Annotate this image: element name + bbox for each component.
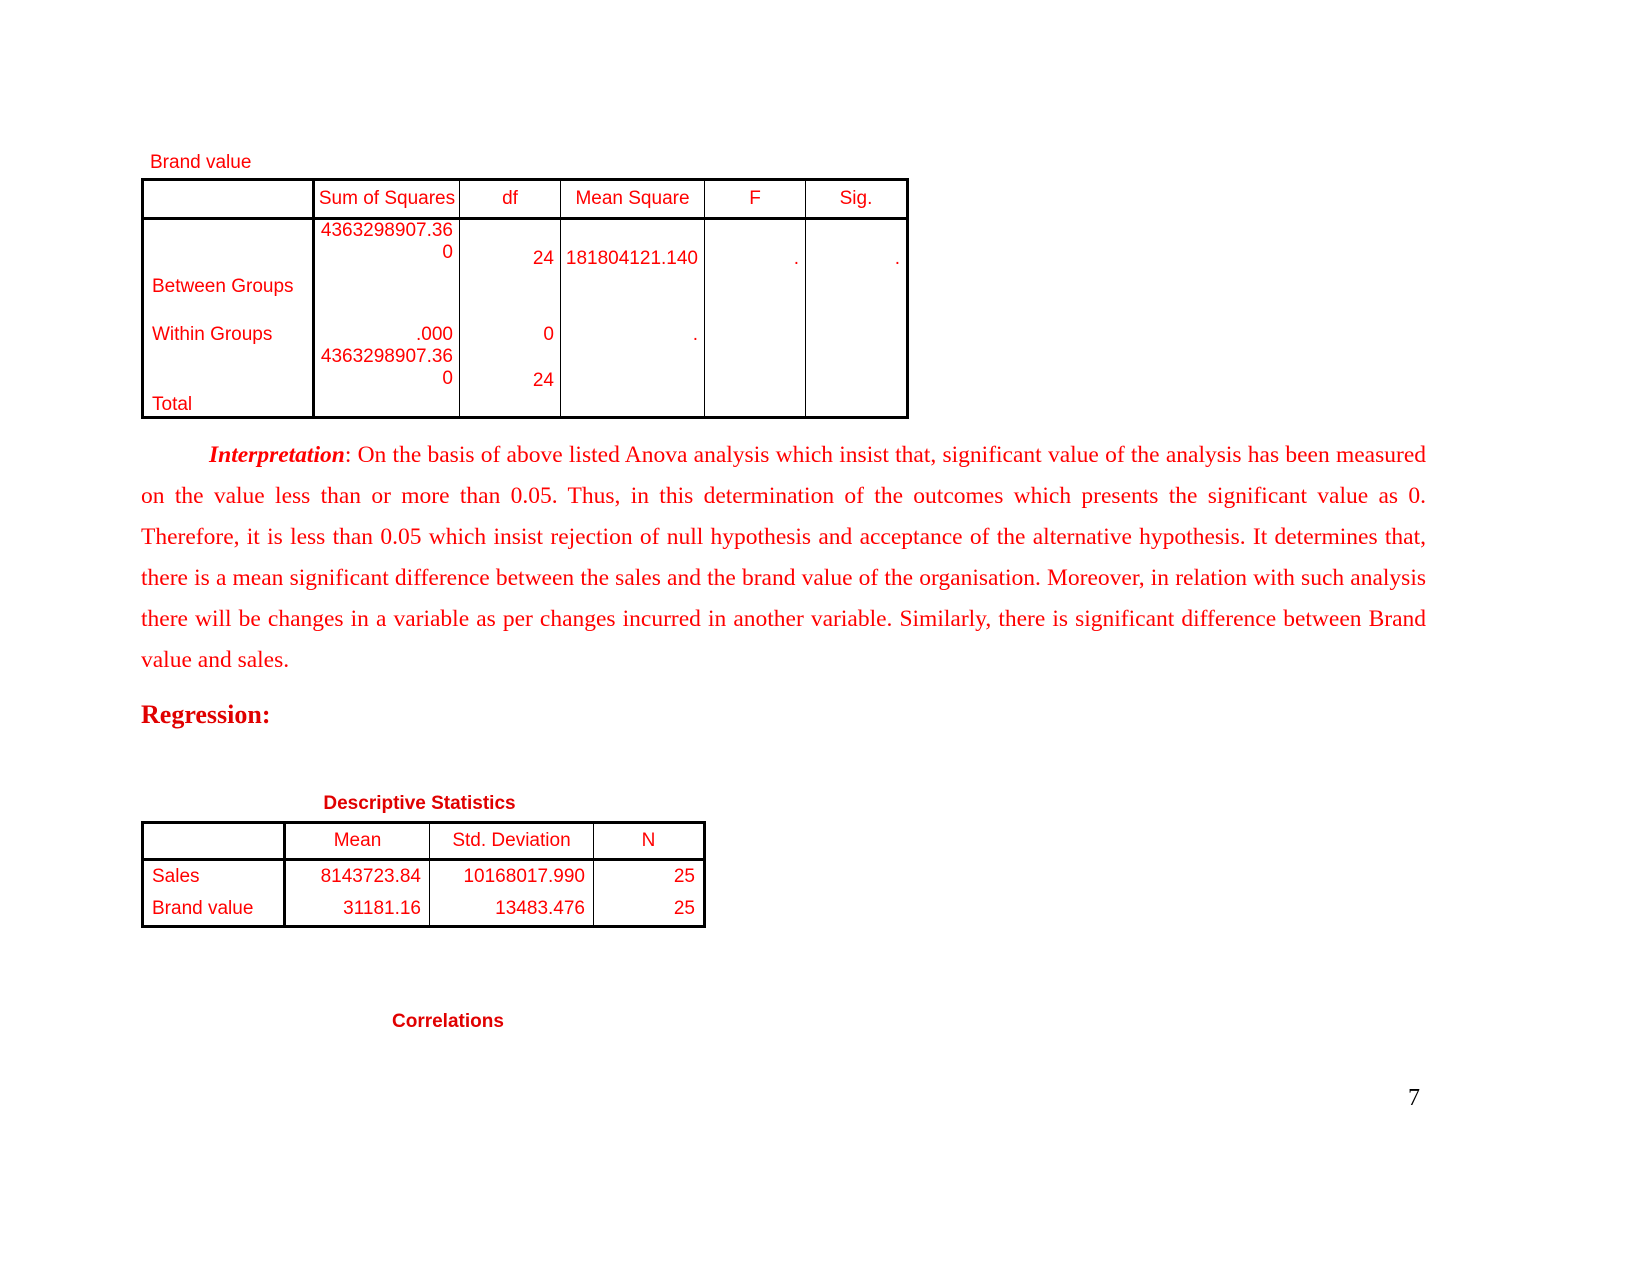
- descriptives-brand-value-mean: 31181.16: [284, 893, 430, 927]
- regression-heading-colon: :: [261, 700, 271, 729]
- interpretation-lead-label: Interpretation: [209, 441, 345, 468]
- anova-col-df: df: [459, 179, 561, 219]
- table-row: Brand value 31181.16 13483.476 25: [142, 893, 705, 927]
- anova-caption: Brand value: [150, 152, 252, 173]
- anova-col-mean-square: Mean Square: [560, 179, 705, 219]
- anova-row-label-between-groups: Between Groups: [142, 218, 315, 298]
- descriptives-sales-mean: 8143723.84: [284, 859, 430, 893]
- anova-table-body: Between Groups 4363298907.360 24 1818041…: [142, 218, 908, 418]
- correlations-title: Correlations: [392, 1011, 504, 1032]
- anova-total-f: [704, 346, 806, 418]
- anova-total-sum-of-squares: 4363298907.360: [313, 346, 460, 418]
- descriptives-col-std-deviation: Std. Deviation: [429, 822, 594, 860]
- anova-within-groups-f: [704, 298, 806, 346]
- descriptives-brand-value-n: 25: [673, 898, 695, 919]
- anova-within-groups-df: 0: [459, 298, 561, 346]
- page-number: 7: [1408, 1085, 1420, 1111]
- regression-heading-text: Regression: [141, 700, 262, 729]
- anova-total-mean-square: [560, 346, 705, 418]
- anova-within-groups-sig: [806, 298, 908, 346]
- anova-between-groups-sig: .: [894, 248, 900, 269]
- descriptives-row-label-brand-value: Brand value: [142, 893, 286, 927]
- anova-table-block: Brand value Sum of Squares df Mean Squar…: [141, 153, 909, 419]
- anova-within-groups-sum-of-squares: .000: [313, 298, 460, 346]
- anova-col-f: F: [704, 179, 806, 219]
- descriptives-col-mean: Mean: [284, 822, 430, 860]
- anova-between-groups-f: .: [704, 218, 806, 298]
- table-header-row: Mean Std. Deviation N: [142, 822, 705, 860]
- document-page: Brand value Sum of Squares df Mean Squar…: [0, 0, 1650, 1275]
- anova-between-groups-sum-of-squares: 4363298907.360: [313, 218, 460, 298]
- anova-row-label-within-groups: Within Groups: [142, 298, 315, 346]
- anova-within-groups-mean-square: .: [560, 298, 705, 346]
- anova-between-groups-df: 24: [459, 218, 561, 298]
- descriptive-statistics-title: Descriptive Statistics: [323, 793, 516, 814]
- anova-col-rowheader: [142, 179, 315, 219]
- anova-total-df: 24: [459, 346, 561, 418]
- anova-col-sum-of-squares: Sum of Squares: [313, 179, 460, 219]
- descriptives-sales-n: 25: [673, 866, 695, 887]
- table-row: Sales 8143723.84 10168017.990 25: [142, 859, 705, 893]
- descriptive-statistics-table: Mean Std. Deviation N Sales 8143723.84 1…: [141, 821, 706, 928]
- cell-value: 4363298907.360: [320, 220, 453, 263]
- table-row: Within Groups .000 0 .: [142, 298, 908, 346]
- anova-between-groups-mean-square: 181804121.140: [560, 218, 705, 298]
- table-header-row: Sum of Squares df Mean Square F Sig.: [142, 179, 908, 219]
- descriptives-table-body: Sales 8143723.84 10168017.990 25 Brand v…: [142, 859, 705, 927]
- table-row: Between Groups 4363298907.360 24 1818041…: [142, 218, 908, 298]
- interpretation-paragraph: Interpretation: On the basis of above li…: [141, 435, 1426, 681]
- descriptive-statistics-block: Descriptive Statistics Mean Std. Deviati…: [141, 793, 706, 928]
- descriptives-brand-value-std-deviation: 13483.476: [429, 893, 594, 927]
- descriptives-col-n: N: [641, 830, 656, 851]
- anova-col-sig: Sig.: [839, 188, 873, 209]
- anova-total-sig: [806, 346, 908, 418]
- descriptives-col-rowheader: [142, 822, 286, 860]
- anova-row-label-total: Total: [142, 346, 315, 418]
- regression-heading: Regression:: [141, 700, 271, 730]
- descriptives-table-header: Mean Std. Deviation N: [142, 822, 705, 860]
- interpretation-body-text: : On the basis of above listed Anova ana…: [141, 441, 1426, 673]
- cell-value: 4363298907.360: [320, 346, 453, 389]
- descriptives-sales-std-deviation: 10168017.990: [429, 859, 594, 893]
- anova-table: Sum of Squares df Mean Square F Sig. Bet…: [141, 178, 909, 419]
- anova-table-header: Sum of Squares df Mean Square F Sig.: [142, 179, 908, 219]
- descriptives-row-label-sales: Sales: [142, 859, 286, 893]
- table-row: Total 4363298907.360 24: [142, 346, 908, 418]
